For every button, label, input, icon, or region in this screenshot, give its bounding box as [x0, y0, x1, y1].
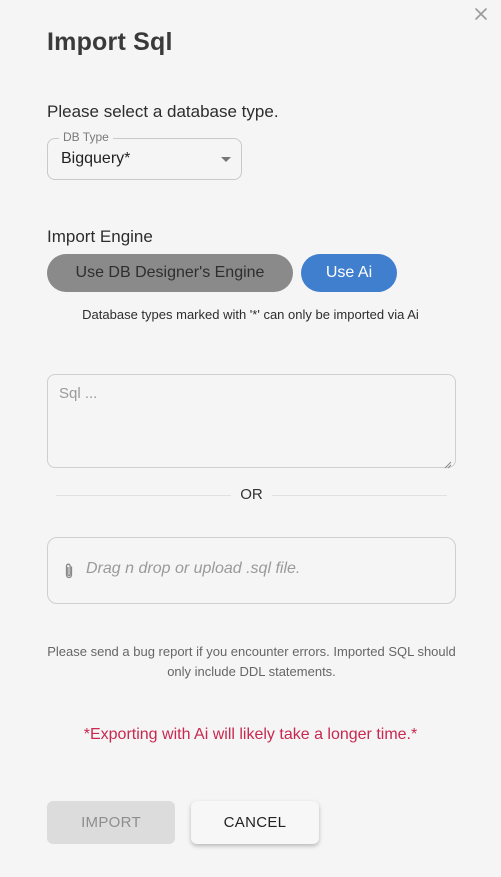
- db-type-select[interactable]: DB Type Bigquery*: [47, 130, 242, 180]
- resize-handle-icon[interactable]: [444, 456, 452, 469]
- sql-file-dropzone[interactable]: Drag n drop or upload .sql file.: [47, 537, 456, 604]
- use-db-designer-engine-button[interactable]: Use DB Designer's Engine: [47, 254, 293, 292]
- ai-time-warning: *Exporting with Ai will likely take a lo…: [83, 726, 418, 743]
- cancel-button[interactable]: CANCEL: [191, 801, 319, 844]
- db-type-prompt: Please select a database type.: [47, 102, 279, 121]
- import-sql-dialog: Import Sql Please select a database type…: [0, 0, 501, 877]
- db-type-legend: DB Type: [59, 130, 113, 144]
- import-engine-label: Import Engine: [47, 227, 153, 246]
- ai-only-note: Database types marked with '*' can only …: [82, 307, 419, 322]
- dialog-title: Import Sql: [47, 28, 173, 56]
- db-type-selected-value: Bigquery*: [61, 150, 131, 167]
- import-button[interactable]: IMPORT: [47, 801, 175, 844]
- bug-report-note: Please send a bug report if you encounte…: [47, 644, 456, 679]
- sql-placeholder: Sql ...: [59, 385, 98, 402]
- use-ai-button[interactable]: Use Ai: [301, 254, 397, 292]
- close-icon[interactable]: [473, 6, 489, 22]
- separator-line-right: [272, 495, 447, 496]
- sql-textarea[interactable]: Sql ...: [47, 374, 456, 469]
- or-separator: OR: [56, 486, 447, 506]
- dropzone-label: Drag n drop or upload .sql file.: [86, 560, 301, 577]
- paperclip-icon: [63, 562, 75, 580]
- caret-down-icon: [221, 157, 231, 162]
